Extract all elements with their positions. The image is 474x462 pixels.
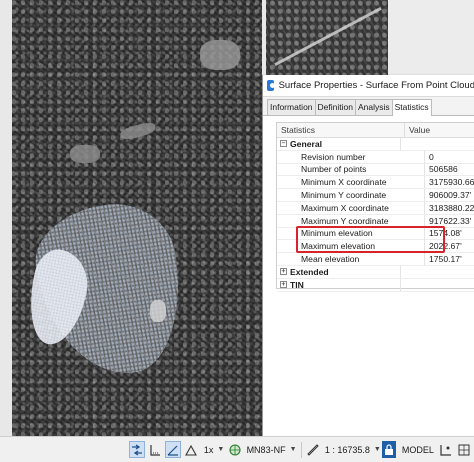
model-space-label: MODEL bbox=[401, 444, 434, 455]
coordinate-system-label: MN83-NF bbox=[246, 444, 286, 455]
tab-analysis[interactable]: Analysis bbox=[354, 99, 393, 115]
terrain-patch bbox=[70, 145, 100, 163]
tree-header: Statistics Value bbox=[277, 123, 474, 138]
stat-name: Minimum X coordinate bbox=[277, 176, 425, 189]
table-row[interactable]: Minimum Y coordinate 906009.37' bbox=[277, 189, 474, 202]
stat-name: Maximum Y coordinate bbox=[277, 214, 425, 227]
group-row-general[interactable]: − General bbox=[277, 138, 474, 151]
group-label: TIN bbox=[290, 279, 304, 290]
table-row[interactable]: Minimum X coordinate 3175930.66' bbox=[277, 176, 474, 190]
stat-value: 1750.17' bbox=[429, 254, 462, 265]
coordinate-system-button[interactable]: MN83-NF ▼ bbox=[245, 441, 297, 458]
civil3d-app-icon bbox=[267, 80, 275, 91]
expand-icon[interactable]: + bbox=[280, 281, 287, 289]
stat-value: 0 bbox=[429, 151, 434, 162]
selection-cycle-icon[interactable] bbox=[129, 441, 146, 458]
stat-name: Mean elevation bbox=[277, 253, 425, 265]
stat-name: Maximum X coordinate bbox=[277, 201, 425, 214]
chevron-down-icon: ▼ bbox=[289, 446, 297, 453]
chevron-down-icon: ▼ bbox=[217, 446, 225, 453]
dialog-title: Surface Properties - Surface From Point … bbox=[278, 80, 474, 91]
model-space-button[interactable]: MODEL bbox=[400, 441, 436, 458]
column-header-statistics[interactable]: Statistics bbox=[277, 123, 405, 137]
stat-value: 906009.37' bbox=[429, 190, 472, 201]
stat-name: Minimum Y coordinate bbox=[277, 189, 425, 201]
dimension-icon[interactable] bbox=[147, 441, 163, 458]
angle-icon[interactable] bbox=[165, 441, 182, 458]
terrain-patch bbox=[200, 40, 240, 70]
zoom-ratio-button[interactable]: 1x ▼ bbox=[201, 441, 224, 458]
chevron-down-icon: ▼ bbox=[373, 446, 381, 453]
table-row[interactable]: Mean elevation 1750.17' bbox=[277, 253, 474, 266]
scale-label: 1 : 16735.8 bbox=[324, 444, 370, 455]
group-row-extended[interactable]: + Extended bbox=[277, 265, 474, 279]
status-bar: 1x ▼ MN83-NF ▼ 1 : 16735.8 ▼ MODEL bbox=[0, 436, 474, 462]
column-header-value[interactable]: Value bbox=[405, 123, 474, 137]
expand-icon[interactable]: + bbox=[280, 268, 287, 276]
snap-icon[interactable] bbox=[456, 441, 472, 458]
tile-divider bbox=[262, 0, 266, 75]
table-row[interactable]: Revision number 0 bbox=[277, 150, 474, 164]
coordinate-system-icon[interactable] bbox=[227, 441, 243, 458]
table-row[interactable]: Maximum X coordinate 3183880.22' bbox=[277, 201, 474, 215]
elevation-highlight-annotation bbox=[296, 226, 445, 253]
scale-icon[interactable] bbox=[305, 441, 321, 458]
viewport-margin bbox=[0, 0, 12, 436]
dialog-titlebar[interactable]: Surface Properties - Surface From Point … bbox=[263, 75, 474, 97]
tab-definition[interactable]: Definition bbox=[314, 99, 356, 115]
terrain-patch bbox=[150, 300, 166, 322]
stat-value: 917622.33' bbox=[429, 215, 472, 226]
collapse-icon[interactable]: − bbox=[280, 140, 287, 148]
stat-name: Number of points bbox=[277, 163, 425, 176]
table-row[interactable]: Number of points 506586 bbox=[277, 163, 474, 177]
group-row-tin[interactable]: + TIN bbox=[277, 278, 474, 292]
statistics-tree: Statistics Value − General Revision numb… bbox=[276, 122, 474, 292]
group-label: General bbox=[290, 138, 323, 149]
ortho-icon[interactable] bbox=[438, 441, 454, 458]
stat-value: 3175930.66' bbox=[429, 177, 474, 188]
zoom-ratio-label: 1x bbox=[203, 444, 214, 455]
stat-name: Revision number bbox=[277, 150, 425, 163]
group-label: Extended bbox=[290, 266, 329, 277]
lock-icon[interactable] bbox=[382, 441, 396, 458]
tab-statistics[interactable]: Statistics bbox=[391, 99, 432, 116]
surface-properties-dialog: Surface Properties - Surface From Point … bbox=[262, 75, 474, 436]
tab-information[interactable]: Information bbox=[267, 99, 316, 115]
stat-value: 3183880.22' bbox=[429, 202, 474, 213]
dialog-tabs: Information Definition Analysis Statisti… bbox=[263, 97, 474, 116]
scale-button[interactable]: 1 : 16735.8 ▼ bbox=[323, 441, 381, 458]
polar-icon[interactable] bbox=[183, 441, 199, 458]
stat-value: 506586 bbox=[429, 164, 458, 175]
